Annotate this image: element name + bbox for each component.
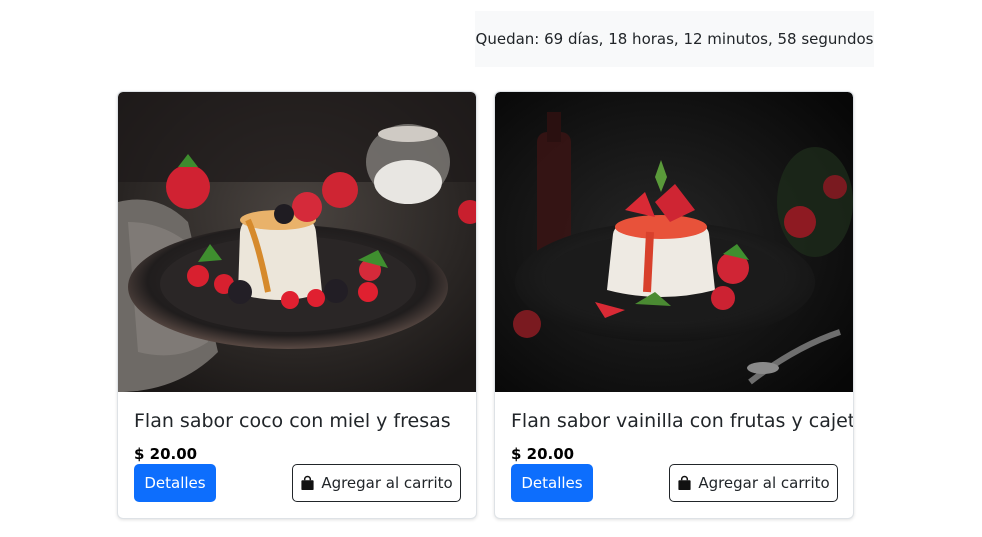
shopping-bag-icon [301,475,314,491]
countdown-banner: Quedan: 69 días, 18 horas, 12 minutos, 5… [475,11,874,67]
product-title: Flan sabor vainilla con frutas y cajeta [511,410,854,432]
add-to-cart-label: Agregar al carrito [698,474,830,492]
product-title: Flan sabor coco con miel y fresas [134,410,451,432]
countdown-text: Quedan: 69 días, 18 horas, 12 minutos, 5… [475,30,874,48]
product-image-coconut-flan[interactable] [118,92,476,392]
product-image-vanilla-flan[interactable] [495,92,853,392]
product-price: $ 20.00 [134,445,198,463]
add-to-cart-label: Agregar al carrito [321,474,453,492]
details-button[interactable]: Detalles [511,464,593,502]
details-button[interactable]: Detalles [134,464,216,502]
shopping-bag-icon [678,475,691,491]
product-card-coconut-flan: Flan sabor coco con miel y fresas $ 20.0… [117,91,477,519]
add-to-cart-button[interactable]: Agregar al carrito [292,464,461,502]
add-to-cart-button[interactable]: Agregar al carrito [669,464,838,502]
product-card-vanilla-flan: Flan sabor vainilla con frutas y cajeta … [494,91,854,519]
product-price: $ 20.00 [511,445,575,463]
